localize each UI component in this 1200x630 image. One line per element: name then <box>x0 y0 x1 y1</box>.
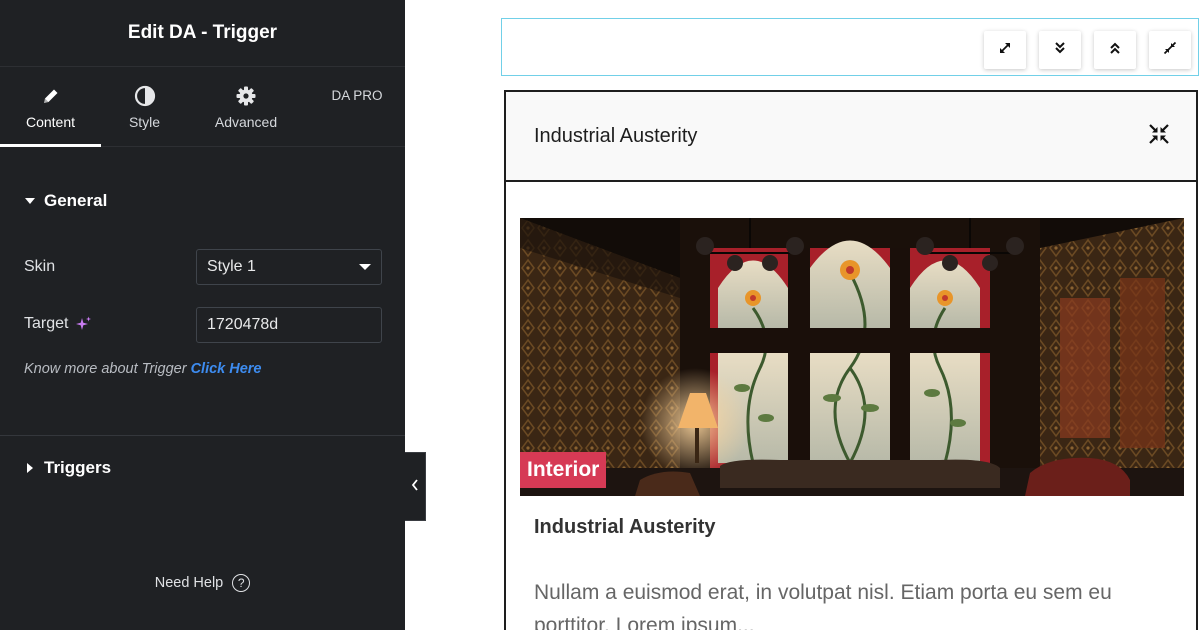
chevrons-down-icon <box>1053 41 1067 60</box>
active-tab-indicator <box>0 144 101 147</box>
skin-select[interactable]: Style 1 <box>196 249 382 285</box>
question-icon: ? <box>232 574 251 592</box>
panel-tabs: Content Style Advanced DA PRO <box>0 67 405 147</box>
tab-advanced-label: Advanced <box>214 114 278 130</box>
section-triggers-label: Triggers <box>44 458 112 477</box>
tab-da-pro[interactable]: DA PRO <box>318 67 396 147</box>
tab-content-label: Content <box>25 114 76 130</box>
accordion-header[interactable]: Industrial Austerity <box>506 92 1196 182</box>
skin-select-value: Style 1 <box>207 258 256 275</box>
accordion-toolbar <box>501 18 1199 76</box>
collapse-icon <box>1162 40 1178 61</box>
accordion-item: Industrial Austerity Interior Industrial… <box>504 90 1198 630</box>
trigger-help-note: Know more about Trigger Click Here <box>24 361 262 377</box>
accordion-title: Industrial Austerity <box>534 124 698 147</box>
shrink-button[interactable] <box>1149 31 1191 69</box>
caret-right-icon <box>24 463 36 473</box>
section-triggers-toggle[interactable]: Triggers <box>24 458 111 478</box>
need-help-label: Need Help <box>154 575 224 591</box>
panel-header: Edit DA - Trigger <box>0 0 405 67</box>
help-note-text: Know more about Trigger <box>24 361 191 377</box>
chevrons-up-icon <box>1108 41 1122 60</box>
target-label: Target <box>24 315 69 332</box>
post-title[interactable]: Industrial Austerity <box>534 516 716 539</box>
expand-button[interactable] <box>984 31 1026 69</box>
tab-advanced[interactable]: Advanced <box>200 67 292 147</box>
section-general-label: General <box>44 191 108 210</box>
ai-sparkle-icon[interactable] <box>76 316 92 332</box>
category-badge[interactable]: Interior <box>520 452 607 488</box>
post-excerpt: Nullam a euismod erat, in volutpat nisl.… <box>534 581 1112 630</box>
half-circle-icon <box>134 84 156 108</box>
tab-style-label: Style <box>128 114 161 130</box>
post-featured-image[interactable]: Interior <box>520 218 1184 496</box>
section-general-toggle[interactable]: General <box>24 191 107 211</box>
expand-icon <box>997 40 1013 61</box>
editor-panel: Edit DA - Trigger Content Style Advanced… <box>0 0 405 630</box>
chevron-left-icon <box>411 478 419 496</box>
interior-photo <box>520 218 1184 496</box>
compress-icon[interactable] <box>1148 123 1170 150</box>
skin-label: Skin <box>24 258 56 275</box>
click-here-link[interactable]: Click Here <box>191 361 262 377</box>
caret-down-icon <box>24 197 36 205</box>
gear-icon <box>235 84 257 108</box>
tab-da-pro-label: DA PRO <box>331 87 383 103</box>
caret-down-icon <box>359 258 371 276</box>
target-label-row: Target <box>24 315 92 333</box>
collapse-all-button[interactable] <box>1094 31 1136 69</box>
expand-all-button[interactable] <box>1039 31 1081 69</box>
tab-content[interactable]: Content <box>0 67 101 147</box>
need-help-link[interactable]: Need Help ? <box>0 574 405 592</box>
section-divider <box>0 435 405 436</box>
pencil-icon <box>41 84 61 108</box>
panel-title: Edit DA - Trigger <box>127 22 278 43</box>
target-input[interactable] <box>196 307 382 343</box>
panel-collapse-button[interactable] <box>405 452 426 521</box>
tab-style[interactable]: Style <box>101 67 188 147</box>
